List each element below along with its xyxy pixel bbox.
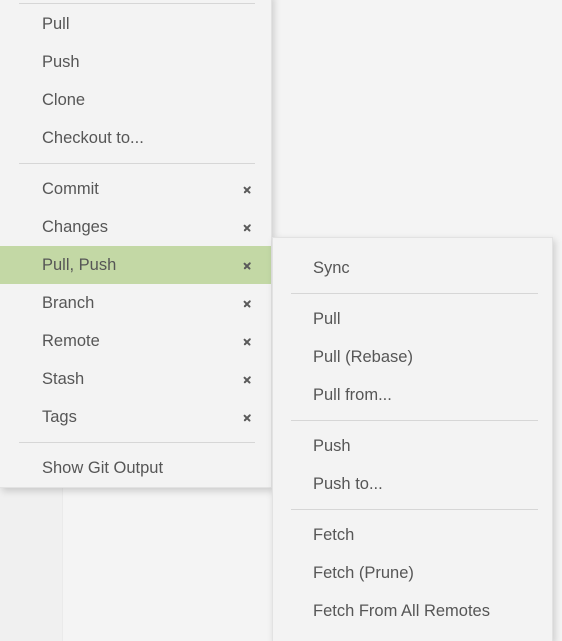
menu-separator — [19, 442, 255, 443]
chevron-right-icon — [243, 335, 255, 347]
menu-item-label: Sync — [313, 258, 350, 277]
menu-item-checkout-to[interactable]: Checkout to... — [0, 119, 271, 157]
menu-item-label: Clone — [42, 90, 86, 109]
menu-item-label: Checkout to... — [42, 128, 144, 147]
menu-item-clone[interactable]: Clone — [0, 81, 271, 119]
menu-item-label: Pull from... — [313, 385, 392, 404]
menu-item-fetch[interactable]: Fetch — [273, 516, 552, 554]
menu-item-pull[interactable]: Pull — [0, 5, 271, 43]
menu-item-branch[interactable]: Branch — [0, 284, 271, 322]
git-context-menu: Pull Push Clone Checkout to... Commit Changes… — [0, 0, 272, 488]
menu-top-padding — [273, 238, 552, 249]
menu-separator-top — [19, 3, 255, 4]
menu-item-label: Pull — [42, 14, 70, 33]
chevron-right-icon — [243, 373, 255, 385]
menu-item-fetch-from-all-remotes[interactable]: Fetch From All Remotes — [273, 592, 552, 630]
menu-item-label: Branch — [42, 293, 95, 312]
chevron-right-icon — [243, 411, 255, 423]
pull-push-submenu: Sync Pull Pull (Rebase) Pull from... Push Pus… — [272, 237, 553, 641]
menu-item-commit[interactable]: Commit — [0, 170, 271, 208]
menu-item-label: Tags — [42, 407, 77, 426]
menu-item-label: Pull, Push — [42, 255, 117, 274]
menu-item-label: Stash — [42, 369, 85, 388]
menu-item-remote[interactable]: Remote — [0, 322, 271, 360]
menu-item-show-git-output[interactable]: Show Git Output — [0, 449, 271, 487]
menu-item-label: Pull (Rebase) — [313, 347, 413, 366]
menu-item-tags[interactable]: Tags — [0, 398, 271, 436]
menu-item-label: Push — [42, 52, 80, 71]
menu-item-label: Fetch From All Remotes — [313, 601, 490, 620]
menu-separator — [291, 293, 538, 294]
menu-item-pull[interactable]: Pull — [273, 300, 552, 338]
menu-item-pull-from[interactable]: Pull from... — [273, 376, 552, 414]
menu-item-pull-rebase[interactable]: Pull (Rebase) — [273, 338, 552, 376]
menu-item-stash[interactable]: Stash — [0, 360, 271, 398]
menu-item-label: Commit — [42, 179, 99, 198]
chevron-right-icon — [243, 221, 255, 233]
chevron-right-icon — [243, 259, 255, 271]
menu-item-push[interactable]: Push — [273, 427, 552, 465]
chevron-right-icon — [243, 183, 255, 195]
menu-item-label: Fetch — [313, 525, 355, 544]
menu-item-label: Fetch (Prune) — [313, 563, 414, 582]
menu-item-label: Pull — [313, 309, 341, 328]
menu-item-label: Remote — [42, 331, 100, 350]
chevron-right-icon — [243, 297, 255, 309]
menu-item-label: Changes — [42, 217, 109, 236]
menu-item-push-to[interactable]: Push to... — [273, 465, 552, 503]
menu-separator — [291, 420, 538, 421]
menu-item-label: Show Git Output — [42, 458, 164, 477]
menu-separator — [291, 509, 538, 510]
menu-item-label: Push — [313, 436, 351, 455]
menu-item-fetch-prune[interactable]: Fetch (Prune) — [273, 554, 552, 592]
menu-item-changes[interactable]: Changes — [0, 208, 271, 246]
menu-item-label: Push to... — [313, 474, 383, 493]
menu-separator — [19, 163, 255, 164]
menu-item-push[interactable]: Push — [0, 43, 271, 81]
menu-item-sync[interactable]: Sync — [273, 249, 552, 287]
menu-item-pull-push[interactable]: Pull, Push — [0, 246, 271, 284]
